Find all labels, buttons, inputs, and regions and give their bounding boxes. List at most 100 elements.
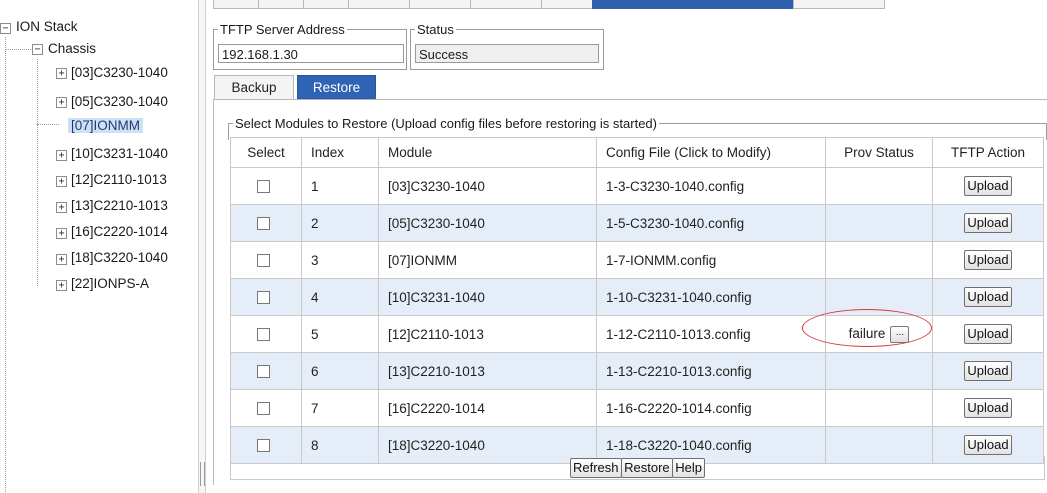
top-tab[interactable]	[303, 0, 349, 9]
collapse-icon[interactable]: −	[0, 23, 11, 34]
column-header-config-file: Config File (Click to Modify)	[596, 137, 826, 168]
expand-icon[interactable]: +	[56, 68, 67, 79]
select-checkbox[interactable]	[256, 217, 270, 231]
column-header-prov-status: Prov Status	[825, 137, 933, 168]
table-row: 2 [05]C3230-1040 1-5-C3230-1040.config U…	[230, 204, 1044, 242]
config-file-cell[interactable]: 1-3-C3230-1040.config	[596, 167, 826, 205]
tftp-server-input[interactable]: 192.168.1.30	[218, 44, 404, 63]
expand-icon[interactable]: +	[56, 150, 67, 161]
select-cell	[230, 389, 302, 427]
index-cell: 4	[301, 278, 379, 316]
tree-item-05-c3230-1040[interactable]: [05]C3230-1040	[71, 94, 168, 109]
module-cell: [05]C3230-1040	[378, 204, 597, 242]
select-checkbox[interactable]	[256, 365, 270, 379]
upload-button[interactable]: Upload	[964, 250, 1012, 270]
prov-details-button[interactable]: ...	[890, 325, 910, 343]
table-row: 5 [12]C2110-1013 1-12-C2110-1013.config …	[230, 315, 1044, 353]
expand-icon[interactable]: +	[56, 228, 67, 239]
select-checkbox[interactable]	[256, 180, 270, 194]
upload-button[interactable]: Upload	[964, 176, 1012, 196]
index-cell: 6	[301, 352, 379, 390]
select-checkbox[interactable]	[256, 402, 270, 416]
upload-button[interactable]: Upload	[964, 435, 1012, 455]
table-header-row: Select Index Module Config File (Click t…	[230, 137, 1044, 168]
index-cell: 3	[301, 241, 379, 279]
select-cell	[230, 315, 302, 353]
restore-modules-legend: Select Modules to Restore (Upload config…	[235, 116, 657, 131]
tree-item-12-c2110-1013[interactable]: [12]C2110-1013	[71, 172, 167, 187]
module-cell: [16]C2220-1014	[378, 389, 597, 427]
restore-table: Select Index Module Config File (Click t…	[230, 137, 1044, 464]
select-checkbox[interactable]	[256, 291, 270, 305]
status-legend: Status	[417, 22, 454, 37]
restore-button[interactable]: Restore	[621, 458, 673, 478]
tree-item-22-ionps-a[interactable]: [22]IONPS-A	[71, 276, 149, 291]
tab-backup[interactable]: Backup	[214, 75, 294, 99]
top-tab[interactable]	[793, 0, 885, 9]
upload-button[interactable]: Upload	[964, 287, 1012, 307]
expand-icon[interactable]: +	[56, 280, 67, 291]
tree-item-16-c2220-1014[interactable]: [16]C2220-1014	[71, 224, 168, 239]
expand-icon[interactable]: +	[56, 97, 67, 108]
tree-connector	[5, 49, 33, 50]
prov-status-cell	[825, 389, 933, 427]
pane-splitter[interactable]	[198, 0, 206, 493]
top-tab[interactable]	[541, 0, 593, 9]
tree-connector	[37, 59, 38, 286]
top-tab[interactable]	[470, 0, 542, 9]
top-tab[interactable]	[409, 0, 471, 9]
select-cell	[230, 167, 302, 205]
prov-status-cell	[825, 204, 933, 242]
config-file-cell[interactable]: 1-12-C2110-1013.config	[596, 315, 826, 353]
tab-restore[interactable]: Restore	[297, 75, 376, 99]
refresh-button[interactable]: Refresh	[569, 458, 622, 478]
config-file-cell[interactable]: 1-7-IONMM.config	[596, 241, 826, 279]
top-tab[interactable]	[258, 0, 304, 9]
tree-item-18-c3220-1040[interactable]: [18]C3220-1040	[71, 250, 168, 265]
prov-status-cell	[825, 278, 933, 316]
index-cell: 5	[301, 315, 379, 353]
tree-connector	[5, 37, 6, 492]
upload-button[interactable]: Upload	[964, 398, 1012, 418]
select-checkbox[interactable]	[256, 254, 270, 268]
status-field: Success	[415, 44, 599, 63]
select-checkbox[interactable]	[256, 328, 270, 342]
expand-icon[interactable]: +	[56, 176, 67, 187]
tree-item-03-c3230-1040[interactable]: [03]C3230-1040	[71, 65, 168, 80]
config-file-cell[interactable]: 1-13-C2210-1013.config	[596, 352, 826, 390]
tree-root-ion-stack[interactable]: ION Stack	[16, 19, 78, 34]
device-tree: − ION Stack − Chassis + [03]C3230-1040 +…	[0, 0, 197, 493]
top-tab-active[interactable]	[592, 0, 794, 9]
expand-icon[interactable]: +	[56, 202, 67, 213]
index-cell: 2	[301, 204, 379, 242]
config-file-cell[interactable]: 1-16-C2220-1014.config	[596, 389, 826, 427]
collapse-icon[interactable]: −	[32, 44, 43, 55]
splitter-grip[interactable]	[200, 462, 205, 486]
upload-button[interactable]: Upload	[964, 324, 1012, 344]
column-header-module: Module	[378, 137, 597, 168]
select-cell	[230, 204, 302, 242]
upload-button[interactable]: Upload	[964, 361, 1012, 381]
config-file-cell[interactable]: 1-10-C3231-1040.config	[596, 278, 826, 316]
expand-icon[interactable]: +	[56, 254, 67, 265]
action-button-bar: Refresh Restore Help	[230, 456, 1045, 480]
table-row: 4 [10]C3231-1040 1-10-C3231-1040.config …	[230, 278, 1044, 316]
tree-item-07-ionmm[interactable]: [07]IONMM	[68, 118, 144, 133]
tree-item-13-c2210-1013[interactable]: [13]C2210-1013	[71, 198, 168, 213]
column-header-index: Index	[301, 137, 379, 168]
config-file-cell[interactable]: 1-5-C3230-1040.config	[596, 204, 826, 242]
upload-button[interactable]: Upload	[964, 213, 1012, 233]
top-tab[interactable]	[348, 0, 410, 9]
prov-status-cell	[825, 167, 933, 205]
tree-chassis[interactable]: Chassis	[48, 41, 96, 56]
select-checkbox[interactable]	[256, 439, 270, 453]
tree-item-10-c3231-1040[interactable]: [10]C3231-1040	[71, 146, 168, 161]
table-row: 3 [07]IONMM 1-7-IONMM.config Upload	[230, 241, 1044, 279]
top-tab[interactable]	[213, 0, 259, 9]
help-button[interactable]: Help	[672, 458, 706, 478]
prov-status-cell	[825, 241, 933, 279]
prov-status-cell: failure...	[825, 315, 933, 353]
module-cell: [07]IONMM	[378, 241, 597, 279]
action-cell: Upload	[932, 278, 1044, 316]
module-cell: [10]C3231-1040	[378, 278, 597, 316]
